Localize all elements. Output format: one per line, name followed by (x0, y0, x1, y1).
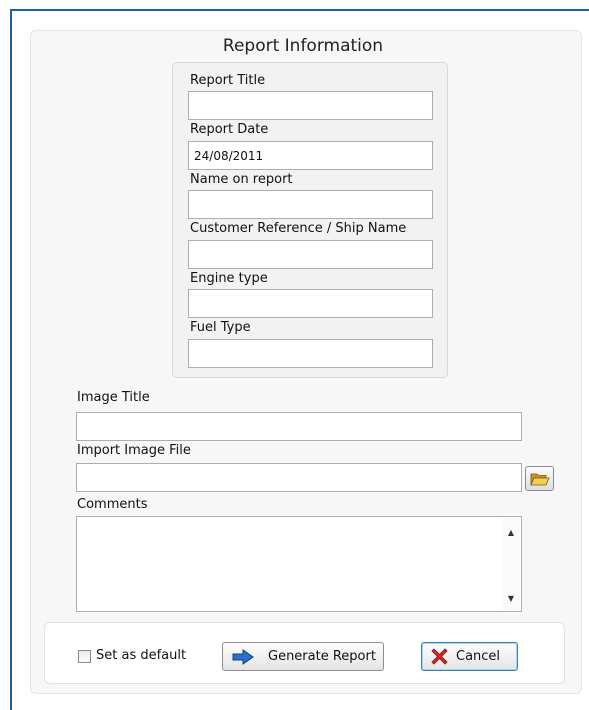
customer-reference-input[interactable] (188, 240, 433, 269)
section-title: Report Information (222, 36, 384, 56)
cancel-label: Cancel (456, 649, 501, 664)
scroll-down-icon[interactable]: ▼ (502, 590, 520, 606)
import-image-label: Import Image File (77, 443, 191, 458)
comments-label: Comments (77, 497, 148, 512)
report-date-label: Report Date (190, 122, 269, 137)
scroll-up-icon[interactable]: ▲ (502, 524, 520, 540)
customer-reference-label: Customer Reference / Ship Name (190, 221, 407, 236)
name-on-report-input[interactable] (188, 190, 433, 219)
comments-scrollbar[interactable]: ▲ ▼ (502, 518, 520, 610)
fuel-type-label: Fuel Type (190, 320, 251, 335)
fuel-type-input[interactable] (188, 339, 433, 368)
set-default-checkbox[interactable] (78, 650, 91, 663)
comments-textarea[interactable]: ▲ ▼ (76, 516, 522, 612)
name-on-report-label: Name on report (190, 172, 293, 187)
generate-report-button[interactable]: Generate Report (222, 642, 384, 671)
report-date-input[interactable] (188, 141, 433, 170)
cancel-button[interactable]: Cancel (421, 642, 518, 671)
image-title-label: Image Title (77, 390, 150, 405)
engine-type-label: Engine type (190, 271, 268, 286)
engine-type-input[interactable] (188, 289, 433, 318)
window-border-top (10, 9, 589, 11)
red-x-icon (431, 648, 448, 665)
browse-button[interactable] (525, 466, 554, 491)
set-default-label: Set as default (96, 648, 187, 663)
window-border-left (10, 9, 12, 710)
image-title-input[interactable] (76, 412, 522, 441)
import-image-input[interactable] (76, 463, 522, 492)
folder-open-icon (529, 473, 550, 485)
report-title-label: Report Title (190, 73, 266, 88)
arrow-right-icon (232, 648, 254, 665)
report-title-input[interactable] (188, 91, 433, 120)
generate-report-label: Generate Report (268, 649, 376, 664)
